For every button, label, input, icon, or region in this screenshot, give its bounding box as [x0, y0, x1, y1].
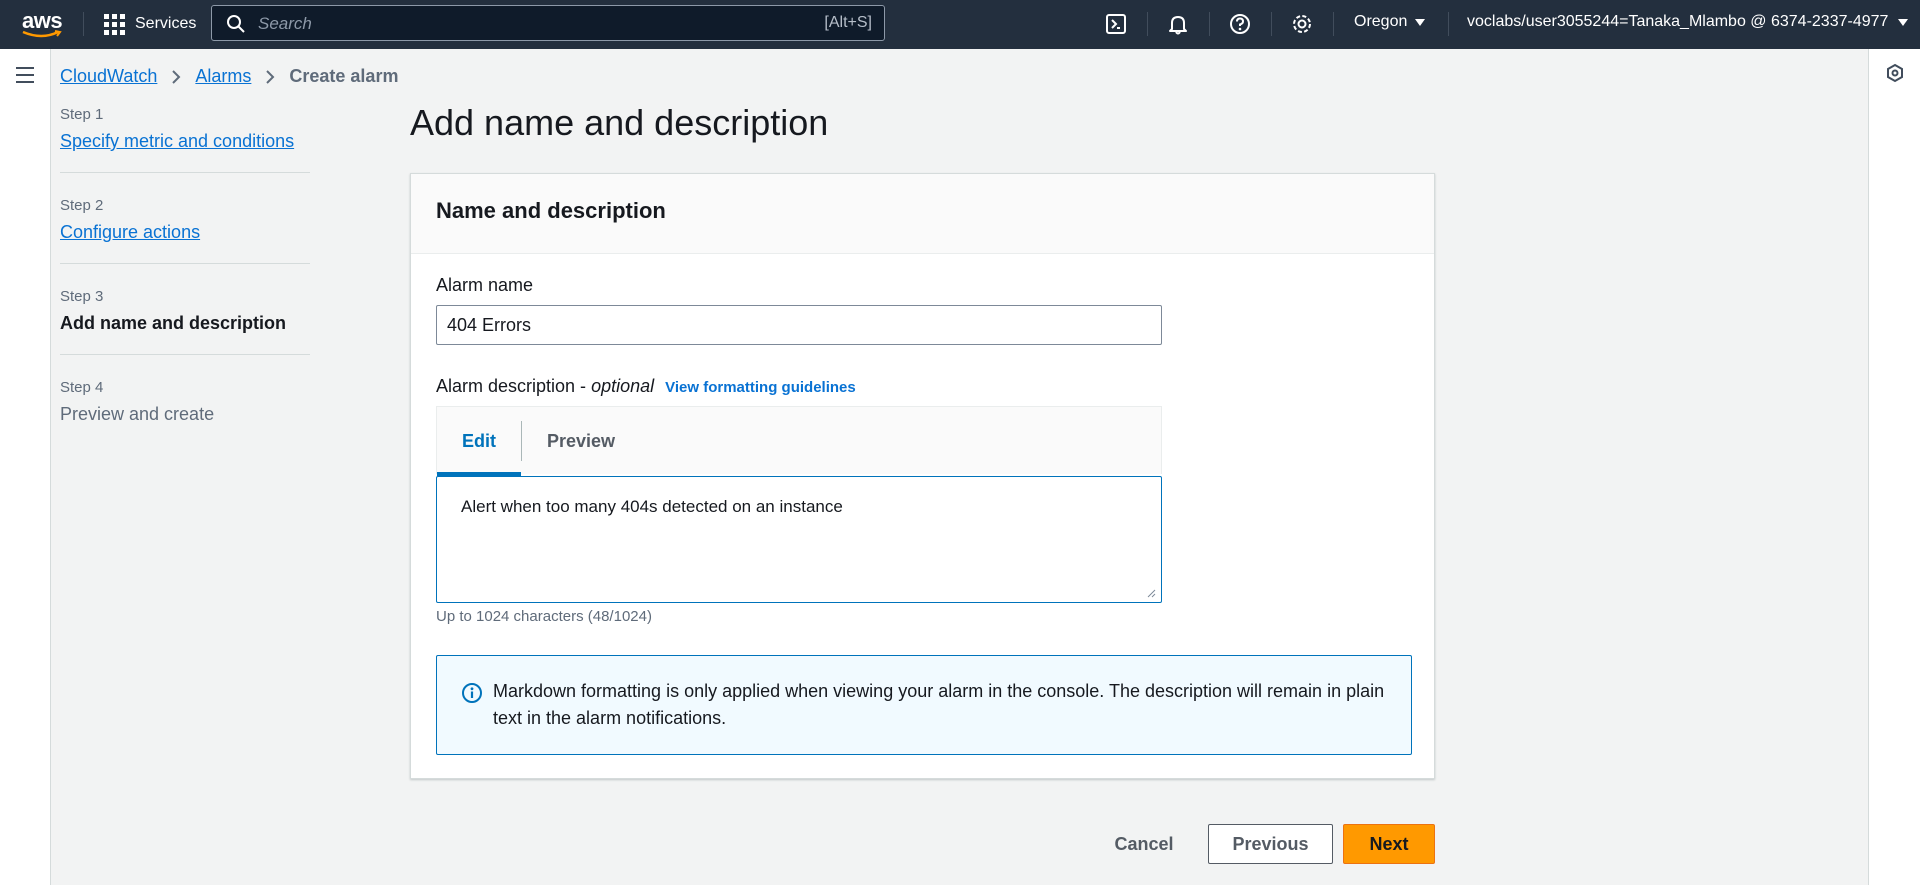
cancel-button[interactable]: Cancel — [1099, 824, 1189, 864]
aws-smile-icon — [22, 30, 62, 38]
info-icon — [462, 683, 482, 703]
optional-label: optional — [591, 376, 655, 396]
notifications-button[interactable] — [1164, 10, 1192, 38]
breadcrumb-link-cloudwatch[interactable]: CloudWatch — [60, 66, 157, 87]
step-number: Step 3 — [60, 288, 104, 305]
nav-divider — [1147, 12, 1148, 36]
search-box[interactable]: [Alt+S] — [211, 5, 885, 41]
description-tabs: Edit Preview — [436, 406, 1162, 476]
chevron-right-icon — [265, 69, 275, 85]
account-menu[interactable]: voclabs/user3055244=Tanaka_Mlambo @ 6374… — [1467, 13, 1909, 31]
caret-down-icon — [1898, 18, 1909, 26]
alarm-name-label: Alarm name — [436, 275, 534, 295]
chevron-right-icon — [171, 69, 181, 85]
name-description-panel: Name and description Alarm name Alarm de… — [410, 173, 1435, 779]
step-number: Step 4 — [60, 379, 104, 396]
aws-logo[interactable]: aws — [20, 8, 64, 40]
formatting-guidelines-link[interactable]: View formatting guidelines — [665, 379, 856, 396]
tab-edit[interactable]: Edit — [437, 407, 521, 476]
top-navigation: aws Services [Alt+S] — [0, 0, 1920, 49]
step-link-specify-metric[interactable]: Specify metric and conditions — [60, 131, 294, 151]
tools-panel-icon[interactable] — [1885, 63, 1905, 83]
menu-icon[interactable] — [16, 67, 34, 88]
breadcrumb-link-alarms[interactable]: Alarms — [195, 66, 251, 87]
bell-icon — [1169, 16, 1187, 35]
wizard-step-1: Step 1 Specify metric and conditions — [60, 100, 310, 173]
settings-button[interactable] — [1288, 10, 1316, 38]
search-input[interactable] — [256, 10, 780, 38]
info-alert-text: Markdown formatting is only applied when… — [493, 681, 1385, 728]
step-link-configure-actions[interactable]: Configure actions — [60, 222, 200, 242]
left-navigation-rail — [0, 49, 51, 885]
step-label-current: Add name and description — [60, 313, 287, 333]
alarm-description-label: Alarm description - — [436, 376, 587, 396]
breadcrumb-current: Create alarm — [289, 66, 399, 86]
wizard-step-3: Step 3 Add name and description — [60, 282, 310, 355]
search-shortcut: [Alt+S] — [824, 14, 872, 31]
panel-title: Name and description — [436, 198, 666, 223]
search-icon — [227, 15, 245, 33]
page-title: Add name and description — [410, 102, 829, 143]
nav-divider — [83, 12, 84, 36]
next-button[interactable]: Next — [1343, 824, 1435, 864]
wizard-steps: Step 1 Specify metric and conditions Ste… — [60, 100, 310, 463]
gear-icon — [1293, 15, 1311, 33]
nav-divider — [1448, 12, 1449, 36]
character-count-hint: Up to 1024 characters (48/1024) — [436, 608, 652, 625]
region-selector[interactable]: Oregon — [1354, 13, 1426, 31]
step-number: Step 2 — [60, 197, 104, 214]
help-icon — [1230, 14, 1250, 34]
services-label: Services — [135, 15, 197, 32]
wizard-step-2: Step 2 Configure actions — [60, 191, 310, 264]
panel-header: Name and description — [411, 174, 1434, 254]
cloudshell-icon — [1106, 14, 1126, 34]
tab-preview[interactable]: Preview — [522, 407, 640, 475]
step-label-disabled: Preview and create — [60, 404, 215, 424]
help-button[interactable] — [1226, 10, 1254, 38]
breadcrumb: CloudWatch Alarms Create alarm — [60, 66, 398, 87]
region-label: Oregon — [1354, 13, 1408, 30]
alarm-description-textarea[interactable]: Alert when too many 404s detected on an … — [436, 476, 1162, 603]
nav-divider — [1209, 12, 1210, 36]
wizard-step-4: Step 4 Preview and create — [60, 373, 310, 445]
caret-down-icon — [1415, 18, 1426, 26]
info-alert: Markdown formatting is only applied when… — [436, 655, 1412, 755]
right-tools-rail — [1868, 49, 1920, 885]
nav-divider — [1271, 12, 1272, 36]
resize-handle-icon[interactable] — [1146, 588, 1156, 598]
step-number: Step 1 — [60, 106, 104, 123]
nav-divider — [1333, 12, 1334, 36]
services-grid-icon — [104, 13, 125, 35]
alarm-description-label-row: Alarm description - optional View format… — [436, 376, 856, 397]
alarm-name-input[interactable] — [436, 305, 1162, 345]
cloudshell-button[interactable] — [1102, 10, 1130, 38]
services-menu-button[interactable]: Services — [104, 12, 196, 36]
account-label: voclabs/user3055244=Tanaka_Mlambo @ 6374… — [1467, 13, 1889, 30]
previous-button[interactable]: Previous — [1208, 824, 1333, 864]
